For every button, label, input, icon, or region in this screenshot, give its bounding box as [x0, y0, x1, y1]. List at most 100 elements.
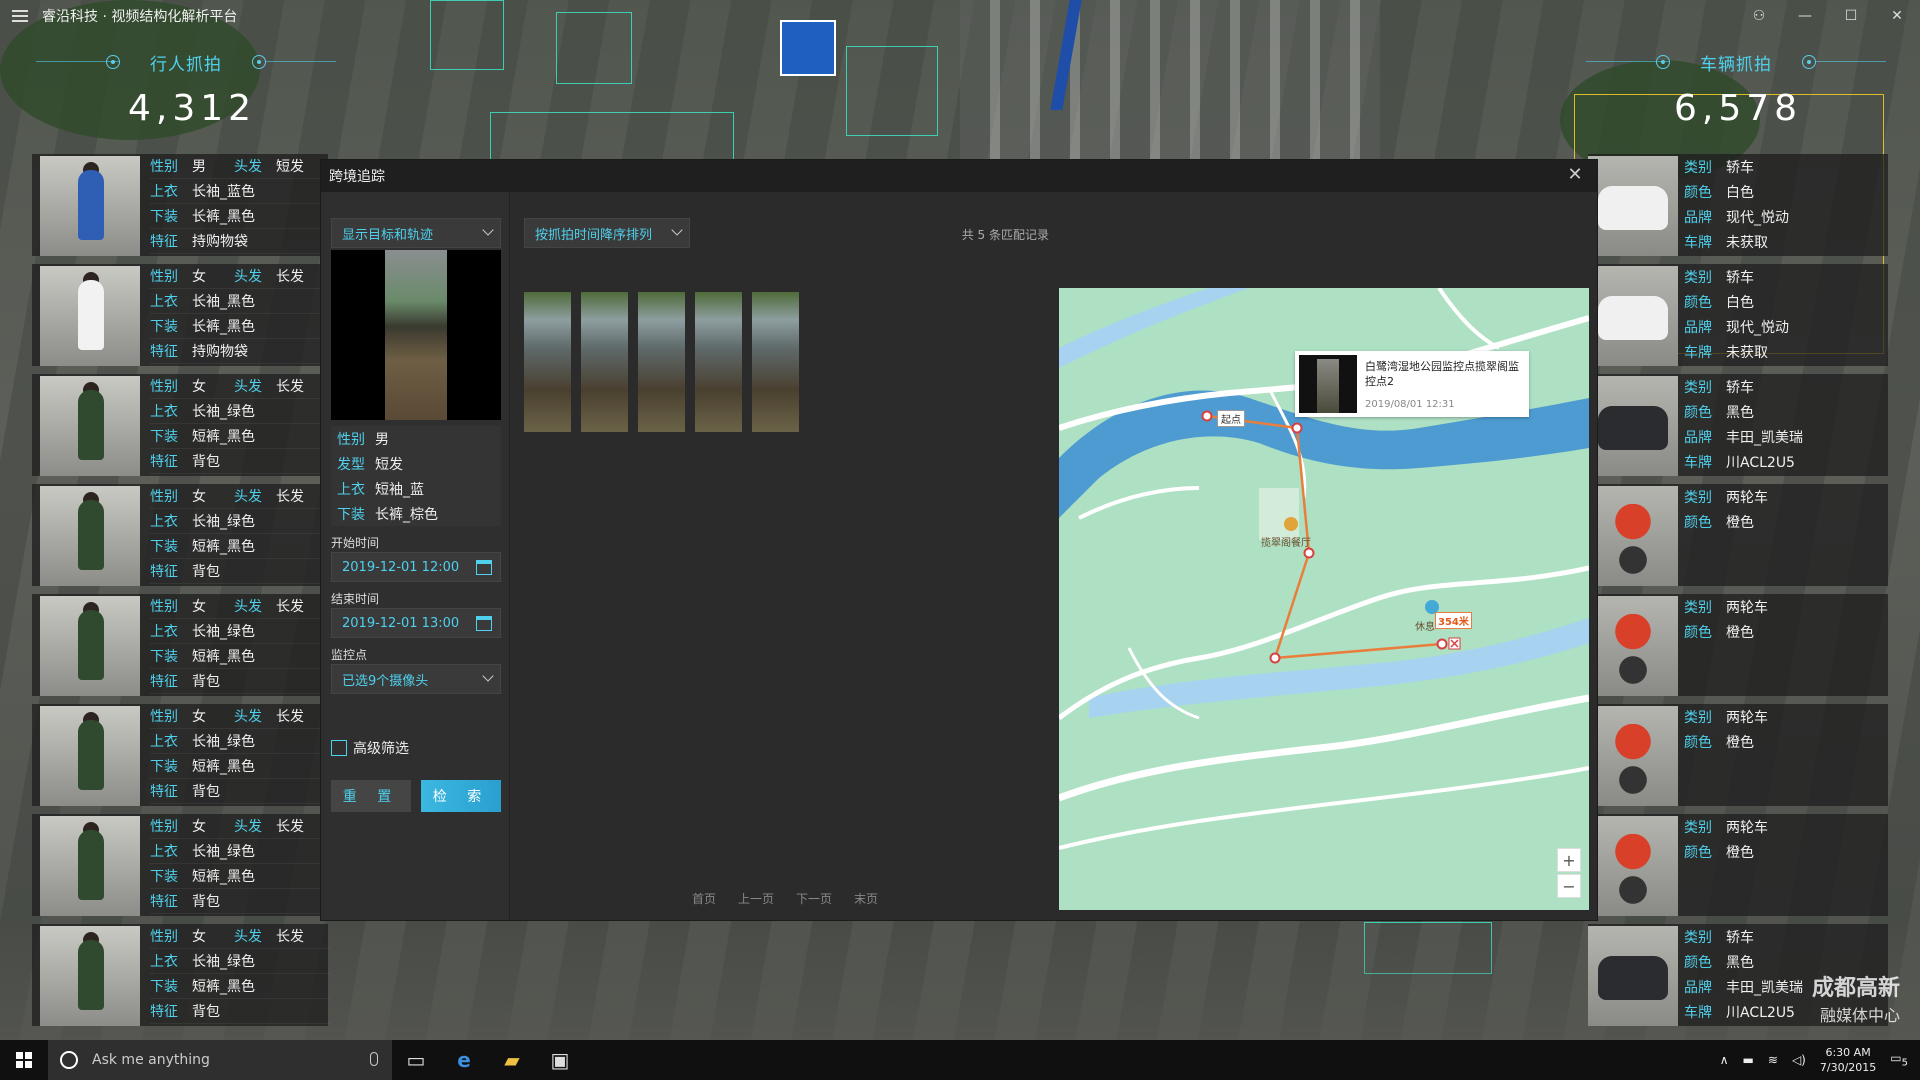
- vehicle-list: 类别 轿车 颜色 白色 品牌 现代_悦动 车牌 未获取 类别 轿车 颜色 白色 品牌 现代_悦动 车牌 未获取…: [1588, 154, 1888, 1034]
- volume-icon[interactable]: ◁): [1792, 1053, 1806, 1067]
- attr-row: 下装 短裤_黑色: [150, 424, 330, 449]
- zoom-in-button[interactable]: +: [1557, 848, 1581, 872]
- attr-row: 上衣 长袖_蓝色: [150, 179, 330, 204]
- camera-popup[interactable]: 白鹭湾湿地公园监控点揽翠阁监控点2 2019/08/01 12:31: [1295, 351, 1529, 417]
- vehicle-card[interactable]: 类别 轿车 颜色 白色 品牌 现代_悦动 车牌 未获取: [1588, 264, 1888, 366]
- pedestrian-thumbnail[interactable]: [40, 376, 140, 476]
- wifi-icon[interactable]: ≋: [1768, 1053, 1778, 1067]
- pedestrian-card[interactable]: 性别女 头发 长发 上衣 长袖_绿色 下装 短裤_黑色 特征 背包: [32, 484, 330, 586]
- cortana-search[interactable]: Ask me anything: [48, 1040, 392, 1080]
- camera-label: 监控点: [331, 648, 368, 662]
- vehicle-thumbnail[interactable]: [1588, 486, 1678, 586]
- vehicle-thumbnail[interactable]: [1588, 706, 1678, 806]
- task-view-icon[interactable]: ▭: [392, 1040, 440, 1080]
- pedestrian-thumbnail[interactable]: [40, 706, 140, 806]
- hamburger-menu-icon[interactable]: [12, 10, 28, 22]
- track-point[interactable]: [1269, 652, 1281, 664]
- track-point[interactable]: [1201, 410, 1213, 422]
- calendar-icon[interactable]: [476, 560, 492, 575]
- pedestrian-thumbnail[interactable]: [40, 486, 140, 586]
- result-thumbnail[interactable]: [581, 292, 628, 432]
- page-first[interactable]: 首页: [692, 890, 716, 907]
- notification-icon[interactable]: ▭5: [1890, 1051, 1908, 1068]
- attr-value: 女: [192, 599, 206, 615]
- page-prev[interactable]: 上一页: [738, 890, 774, 907]
- attr-value: 川ACL2U5: [1726, 454, 1795, 471]
- vehicle-thumbnail[interactable]: [1588, 266, 1678, 366]
- attr-value: 丰田_凯美瑞: [1726, 429, 1803, 446]
- page-next[interactable]: 下一页: [796, 890, 832, 907]
- zoom-out-button[interactable]: −: [1557, 874, 1581, 898]
- vehicle-card[interactable]: 类别 轿车 颜色 白色 品牌 现代_悦动 车牌 未获取: [1588, 154, 1888, 256]
- vehicle-card[interactable]: 类别 两轮车 颜色 橙色: [1588, 484, 1888, 586]
- chevron-up-icon[interactable]: ∧: [1720, 1053, 1729, 1067]
- vehicle-card[interactable]: 类别 轿车 颜色 黑色 品牌 丰田_凯美瑞 车牌 川ACL2U5: [1588, 374, 1888, 476]
- maximize-button[interactable]: ☐: [1828, 0, 1874, 32]
- result-thumbnail[interactable]: [638, 292, 685, 432]
- vehicle-card[interactable]: 类别 两轮车 颜色 橙色: [1588, 704, 1888, 806]
- pedestrian-card[interactable]: 性别女 头发 长发 上衣 长袖_绿色 下装 短裤_黑色 特征 背包: [32, 704, 330, 806]
- battery-icon[interactable]: ▬: [1743, 1053, 1754, 1067]
- vehicle-thumbnail[interactable]: [1588, 596, 1678, 696]
- attr-value: 短裤_黑色: [192, 979, 255, 995]
- pedestrian-thumbnail[interactable]: [40, 816, 140, 916]
- start-button[interactable]: [0, 1040, 48, 1080]
- pedestrian-thumbnail[interactable]: [40, 266, 140, 366]
- vehicle-thumbnail[interactable]: [1588, 376, 1678, 476]
- pedestrian-card[interactable]: 性别女 头发 长发 上衣 长袖_黑色 下装 长裤_黑色 特征 持购物袋: [32, 264, 330, 366]
- track-point[interactable]: [1436, 638, 1448, 650]
- camera-select[interactable]: 已选9个摄像头: [331, 664, 501, 694]
- start-time-input[interactable]: 2019-12-01 12:00: [331, 552, 501, 582]
- poi-label-2: 休息: [1415, 622, 1435, 633]
- user-account-icon[interactable]: ⚇: [1736, 0, 1782, 32]
- pedestrian-card[interactable]: 性别男 头发 短发 上衣 长袖_蓝色 下装 长裤_黑色 特征 持购物袋: [32, 154, 330, 256]
- clock[interactable]: 6:30 AM 7/30/2015: [1820, 1045, 1876, 1075]
- file-explorer-icon[interactable]: ▰: [488, 1040, 536, 1080]
- display-mode-select[interactable]: 显示目标和轨迹: [331, 218, 501, 248]
- attr-value: 白色: [1726, 184, 1754, 201]
- pedestrian-card[interactable]: 性别女 头发 长发 上衣 长袖_绿色 下装 短裤_黑色 特征 背包: [32, 374, 330, 476]
- result-thumbnail[interactable]: [524, 292, 571, 432]
- pedestrian-thumbnail[interactable]: [40, 926, 140, 1026]
- pedestrian-card[interactable]: 性别女 头发 长发 上衣 长袖_绿色 下装 短裤_黑色 特征 背包: [32, 924, 330, 1026]
- attr-value: 丰田_凯美瑞: [1726, 979, 1803, 996]
- vehicle-thumbnail[interactable]: [1588, 156, 1678, 256]
- attr-row: 性别女 头发 长发: [150, 484, 330, 509]
- checkbox-box[interactable]: [331, 740, 347, 756]
- pedestrian-card[interactable]: 性别女 头发 长发 上衣 长袖_绿色 下装 短裤_黑色 特征 背包: [32, 594, 330, 696]
- track-point[interactable]: [1291, 422, 1303, 434]
- attr-value: 背包: [192, 894, 220, 910]
- sort-select[interactable]: 按抓拍时间降序排列: [524, 218, 690, 248]
- minimize-button[interactable]: —: [1782, 0, 1828, 32]
- track-point[interactable]: [1303, 547, 1315, 559]
- advanced-filter-checkbox[interactable]: 高级筛选: [331, 738, 409, 758]
- vehicle-thumbnail[interactable]: [1588, 926, 1678, 1026]
- restaurant-poi-icon[interactable]: [1284, 517, 1298, 531]
- reset-button[interactable]: 重 置: [331, 780, 411, 812]
- store-icon[interactable]: ▣: [536, 1040, 584, 1080]
- vehicle-card[interactable]: 类别 两轮车 颜色 橙色: [1588, 594, 1888, 696]
- pedestrian-card[interactable]: 性别女 头发 长发 上衣 长袖_绿色 下装 短裤_黑色 特征 背包: [32, 814, 330, 916]
- attr-key: 头发: [234, 709, 262, 725]
- attr-row: 上衣 长袖_绿色: [150, 949, 330, 974]
- target-person: [385, 250, 447, 420]
- pedestrian-thumbnail[interactable]: [40, 156, 140, 256]
- calendar-icon[interactable]: [476, 616, 492, 631]
- results-panel: 按抓拍时间降序排列 共 5 条匹配记录 首页 上一页 下一页 末页: [511, 192, 1059, 920]
- water: [1059, 288, 1249, 368]
- edge-browser-icon[interactable]: e: [440, 1040, 488, 1080]
- page-last[interactable]: 末页: [854, 890, 878, 907]
- attr-value: 长裤_黑色: [192, 209, 255, 225]
- vehicle-thumbnail[interactable]: [1588, 816, 1678, 916]
- result-thumbnail[interactable]: [695, 292, 742, 432]
- trajectory-map[interactable]: 起点 揽翠阁餐厅 休息 354米 白鹭湾湿地公园监控点揽翠阁监控点2 2019/…: [1059, 288, 1589, 910]
- pedestrian-thumbnail[interactable]: [40, 596, 140, 696]
- search-button[interactable]: 检 索: [421, 780, 501, 812]
- close-window-button[interactable]: ✕: [1874, 0, 1920, 32]
- dialog-close-icon[interactable]: ✕: [1563, 164, 1587, 185]
- attr-value: 背包: [192, 674, 220, 690]
- microphone-icon[interactable]: [370, 1052, 378, 1066]
- vehicle-card[interactable]: 类别 两轮车 颜色 橙色: [1588, 814, 1888, 916]
- end-time-input[interactable]: 2019-12-01 13:00: [331, 608, 501, 638]
- result-thumbnail[interactable]: [752, 292, 799, 432]
